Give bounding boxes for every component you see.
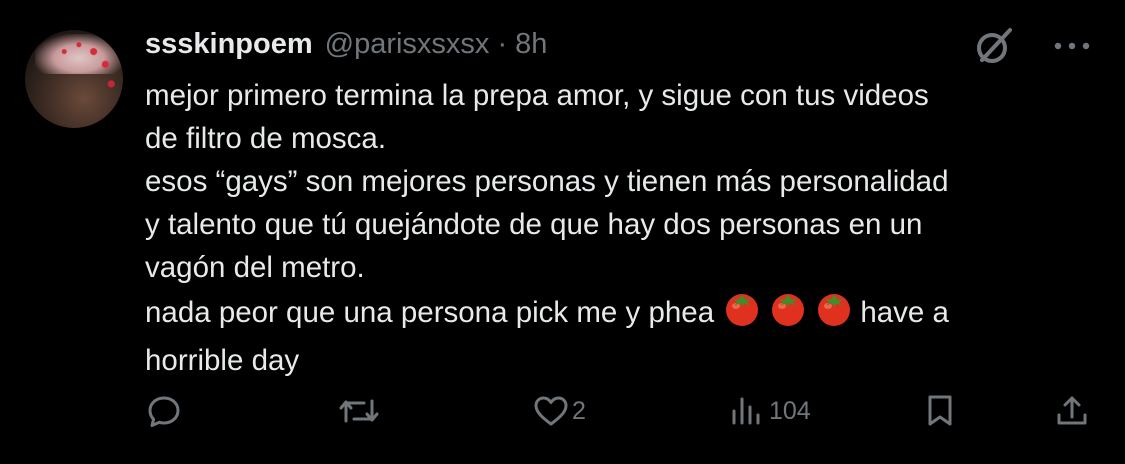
text-line: y talento que tú quejándote de que hay d… [145,208,923,241]
heart-icon [532,393,570,429]
views-count: 104 [769,396,811,425]
text-line: have a [860,296,949,329]
avatar-pattern [25,30,123,128]
text-line: nada peor que una persona pick me y phea [145,296,715,329]
share-icon [1054,393,1090,429]
text-line-with-emoji: nada peor que una persona pick me y phea… [145,289,1105,339]
tweet[interactable]: ssskinpoem @parisxsxsx · 8h mejor primer… [0,0,1125,464]
retweet-icon [338,393,380,429]
display-name[interactable]: ssskinpoem [145,28,313,61]
grok-icon[interactable] [970,22,1018,70]
tomato-emoji-icon [722,289,762,339]
text-line: de filtro de mosca. [145,122,387,155]
timestamp[interactable]: 8h [515,28,547,61]
tweet-header: ssskinpoem @parisxsxsx · 8h [145,28,547,64]
share-button[interactable] [1054,386,1090,436]
tomato-emoji-icon [814,289,854,339]
text-line: esos “gays” son mejores personas y tiene… [145,165,949,198]
text-line: mejor primero termina la prepa amor, y s… [145,79,929,112]
bookmark-button[interactable] [922,386,958,436]
avatar[interactable] [25,30,123,128]
reply-icon [146,393,182,429]
action-bar: 2 104 [0,386,1125,436]
like-count: 2 [572,396,586,425]
bookmark-icon [922,393,958,429]
text-line: vagón del metro. [145,251,365,284]
like-button[interactable]: 2 [532,386,586,436]
tomato-emoji-icon [768,289,808,339]
retweet-button[interactable] [338,386,382,436]
more-icon[interactable] [1050,33,1094,59]
views-icon [729,393,767,429]
tweet-text: mejor primero termina la prepa amor, y s… [145,74,1105,382]
separator-dot: · [497,28,508,60]
reply-button[interactable] [146,386,184,436]
text-line: horrible day [145,344,300,377]
handle[interactable]: @parisxsxsx [325,28,490,61]
views-button[interactable]: 104 [729,386,811,436]
